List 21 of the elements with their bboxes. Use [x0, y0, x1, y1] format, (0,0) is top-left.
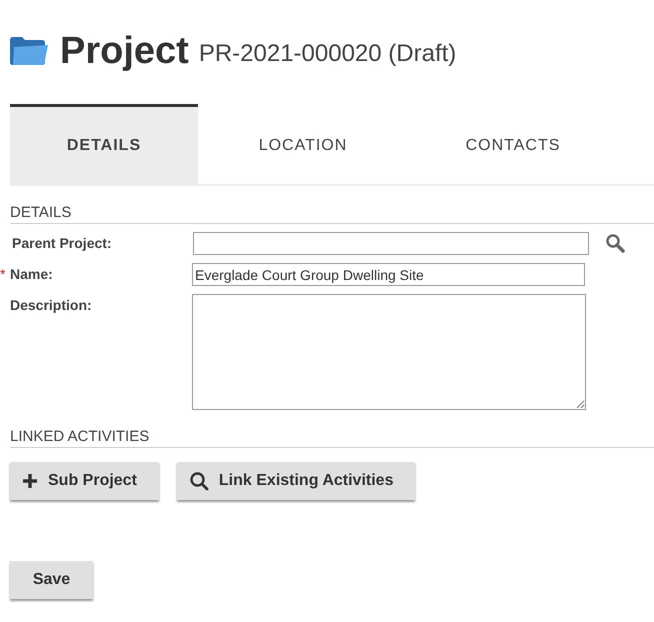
save-button[interactable]: Save [10, 561, 93, 599]
text-area[interactable] [192, 294, 586, 410]
page-title: Project [60, 30, 189, 72]
search-icon [188, 471, 209, 491]
add-button[interactable]: Sub Project [10, 462, 159, 500]
field-label: Parent Project: [12, 235, 112, 251]
field-label: Name: [10, 266, 53, 282]
folder-icon [8, 34, 50, 68]
record-id: PR-2021-000020 (Draft) [198, 40, 456, 68]
field-label: Description: [10, 297, 92, 313]
plus-icon [22, 473, 38, 489]
input-field[interactable]: Everglade Court Group Dwelling Site [192, 263, 585, 286]
link-button[interactable]: Link Existing Activities [176, 462, 416, 500]
section-heading: DETAILS [10, 204, 654, 224]
section-heading: LINKED ACTIVITIES [10, 428, 654, 448]
tab[interactable]: CONTACTS [408, 104, 618, 184]
tab[interactable]: LOCATION [198, 104, 408, 184]
search-icon[interactable] [605, 233, 625, 253]
required-marker: * [0, 266, 6, 282]
tab[interactable]: DETAILS [10, 104, 198, 184]
input-field[interactable] [193, 232, 589, 255]
